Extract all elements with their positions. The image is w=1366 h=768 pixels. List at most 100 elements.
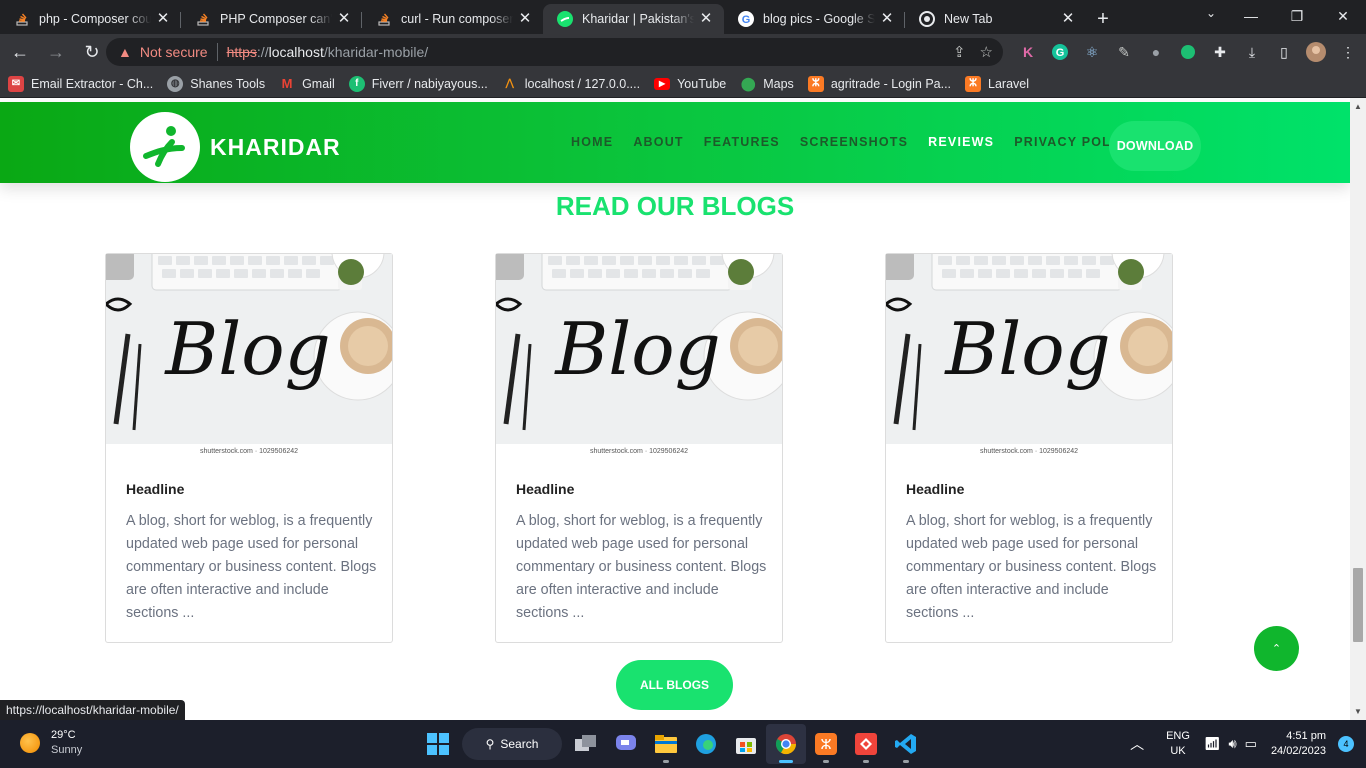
clock[interactable]: 4:51 pm 24/02/2023 — [1271, 729, 1326, 759]
scroll-up-arrow-icon[interactable]: ▲ — [1354, 102, 1362, 111]
globe-icon: ◍ — [167, 75, 184, 92]
start-button[interactable] — [418, 724, 458, 764]
bookmark-item[interactable]: ▶ YouTube — [654, 77, 726, 91]
show-hidden-icons-chevron[interactable]: ︿ — [1130, 734, 1144, 754]
card-headline[interactable]: Headline — [126, 481, 184, 497]
volume-icon[interactable]: 🔊︎ — [1228, 736, 1236, 752]
restore-icon[interactable]: ❐ — [1274, 0, 1320, 32]
page-scrollbar[interactable]: ▲ ▼ — [1350, 98, 1366, 720]
bookmark-item[interactable]: ✉ Email Extractor - Ch... — [8, 75, 153, 92]
edge-icon[interactable] — [686, 724, 726, 764]
bookmark-star-icon[interactable]: ☆ — [980, 43, 993, 61]
browser-tab[interactable]: curl - Run composer with a PHP script ✕ — [362, 4, 543, 34]
close-tab-icon[interactable]: ✕ — [1060, 11, 1076, 27]
blog-image[interactable]: Blog shutterstock.com · 1029506242 — [496, 254, 782, 460]
back-button[interactable]: ← — [4, 36, 36, 68]
browser-tab[interactable]: PHP Composer can't find composer.json ✕ — [181, 4, 362, 34]
nav-reviews[interactable]: REVIEWS — [928, 135, 994, 149]
weather-widget[interactable]: 29°C Sunny — [20, 728, 82, 758]
url-text[interactable]: https://localhost/kharidar-mobile/ — [227, 44, 429, 60]
nav-features[interactable]: FEATURES — [704, 135, 780, 149]
nav-screenshots[interactable]: SCREENSHOTS — [800, 135, 908, 149]
menu-kebab-icon[interactable]: ⋮ — [1332, 38, 1364, 66]
extension-mic-icon[interactable]: ● — [1140, 38, 1172, 66]
bookmark-item[interactable]: M Gmail — [279, 76, 335, 92]
react-devtools-icon[interactable]: ⚛ — [1076, 38, 1108, 66]
scrollbar-thumb[interactable] — [1353, 568, 1363, 642]
anydesk-icon[interactable] — [846, 724, 886, 764]
download-button[interactable]: DOWNLOAD — [1109, 121, 1201, 171]
bookmarks-bar: ✉ Email Extractor - Ch... ◍ Shanes Tools M… — [0, 70, 1366, 98]
browser-toolbar: ← → ↻ ▲ Not secure https://localhost/kha… — [0, 34, 1366, 70]
close-tab-icon[interactable]: ✕ — [517, 11, 533, 27]
card-headline[interactable]: Headline — [906, 481, 964, 497]
new-tab-button[interactable]: + — [1086, 4, 1120, 34]
stackoverflow-icon — [195, 11, 211, 27]
extension-k-icon[interactable]: K — [1012, 38, 1044, 66]
nav-about[interactable]: ABOUT — [633, 135, 683, 149]
store-icon[interactable] — [726, 724, 766, 764]
notification-badge[interactable]: 4 — [1338, 736, 1354, 752]
close-tab-icon[interactable]: ✕ — [879, 11, 895, 27]
minimize-icon[interactable]: — — [1228, 0, 1274, 32]
color-picker-icon[interactable]: ✎ — [1108, 38, 1140, 66]
bookmark-item[interactable]: ⵣ agritrade - Login Pa... — [807, 75, 951, 92]
tab-title: blog pics - Google Search — [763, 12, 875, 26]
stackoverflow-icon — [376, 11, 392, 27]
fiverr-extension-icon[interactable] — [1172, 38, 1204, 66]
side-panel-icon[interactable]: ▯ — [1268, 38, 1300, 66]
bookmark-item[interactable]: ⋀ localhost / 127.0.0.... — [502, 76, 640, 92]
taskbar-search[interactable]: ⚲ Search — [462, 728, 562, 760]
browser-tab[interactable]: New Tab ✕ — [905, 4, 1086, 34]
card-excerpt: A blog, short for weblog, is a frequentl… — [906, 513, 1157, 621]
scroll-down-arrow-icon[interactable]: ▼ — [1354, 707, 1362, 716]
card-excerpt: A blog, short for weblog, is a frequentl… — [516, 513, 767, 621]
section-title: READ OUR BLOGS — [555, 191, 795, 221]
bookmark-item[interactable]: ⵣ Laravel — [965, 75, 1029, 92]
forward-button[interactable]: → — [40, 36, 72, 68]
close-tab-icon[interactable]: ✕ — [336, 11, 352, 27]
scroll-to-top-button[interactable]: ⌃ — [1254, 626, 1299, 671]
close-tab-icon[interactable]: ✕ — [698, 11, 714, 27]
browser-tab[interactable]: php - Composer could not find a composer… — [0, 4, 181, 34]
task-view-icon[interactable] — [566, 724, 606, 764]
site-logo[interactable]: KHARIDAR — [130, 112, 341, 182]
blog-card[interactable]: Blog shutterstock.com · 1029506242 Headl… — [105, 253, 393, 643]
battery-icon[interactable]: ▭ — [1245, 736, 1257, 752]
image-caption: shutterstock.com · 1029506242 — [496, 444, 782, 460]
close-tab-icon[interactable]: ✕ — [155, 11, 171, 27]
blog-card[interactable]: Blog shutterstock.com · 1029506242 Headl… — [495, 253, 783, 643]
blog-image[interactable]: Blog shutterstock.com · 1029506242 — [886, 254, 1172, 460]
address-bar[interactable]: ▲ Not secure https://localhost/kharidar-… — [106, 38, 1003, 66]
avatar[interactable] — [1300, 38, 1332, 66]
grammarly-icon[interactable]: G — [1044, 38, 1076, 66]
tab-title: Kharidar | Pakistan's 1st — [582, 12, 694, 26]
close-window-icon[interactable]: ✕ — [1320, 0, 1366, 32]
extractor-icon: ✉ — [8, 75, 24, 92]
teams-chat-icon[interactable] — [606, 724, 646, 764]
blog-card[interactable]: Blog shutterstock.com · 1029506242 Headl… — [885, 253, 1173, 643]
wifi-icon[interactable]: 📶︎ — [1204, 736, 1221, 752]
security-indicator[interactable]: ▲ Not secure — [118, 44, 208, 60]
tab-title: php - Composer could not find a composer… — [39, 12, 151, 26]
xampp-taskbar-icon[interactable]: ⵣ — [806, 724, 846, 764]
bookmark-item[interactable]: ⬤ Maps — [740, 76, 794, 92]
file-explorer-icon[interactable] — [646, 724, 686, 764]
tab-search-chevron-icon[interactable]: ⌄ — [1206, 6, 1216, 20]
maps-icon: ⬤ — [740, 75, 756, 91]
language-indicator[interactable]: ENG UK — [1166, 729, 1190, 759]
all-blogs-button[interactable]: ALL BLOGS — [616, 660, 733, 710]
extensions-puzzle-icon[interactable]: ✚ — [1204, 38, 1236, 66]
browser-tab[interactable]: G blog pics - Google Search ✕ — [724, 4, 905, 34]
chrome-taskbar-icon[interactable] — [766, 724, 806, 764]
bookmark-item[interactable]: ◍ Shanes Tools — [167, 75, 265, 92]
nav-home[interactable]: HOME — [571, 135, 613, 149]
card-headline[interactable]: Headline — [516, 481, 574, 497]
share-icon[interactable]: ⇪ — [953, 43, 966, 61]
blog-image[interactable]: Blog shutterstock.com · 1029506242 — [106, 254, 392, 460]
vscode-icon[interactable] — [886, 724, 926, 764]
bookmark-item[interactable]: f Fiverr / nabiyayous... — [348, 75, 488, 92]
browser-tab-active[interactable]: Kharidar | Pakistan's 1st ✕ — [543, 4, 724, 34]
download-icon[interactable]: ⤓ — [1236, 38, 1268, 66]
reload-button[interactable]: ↻ — [76, 36, 108, 68]
